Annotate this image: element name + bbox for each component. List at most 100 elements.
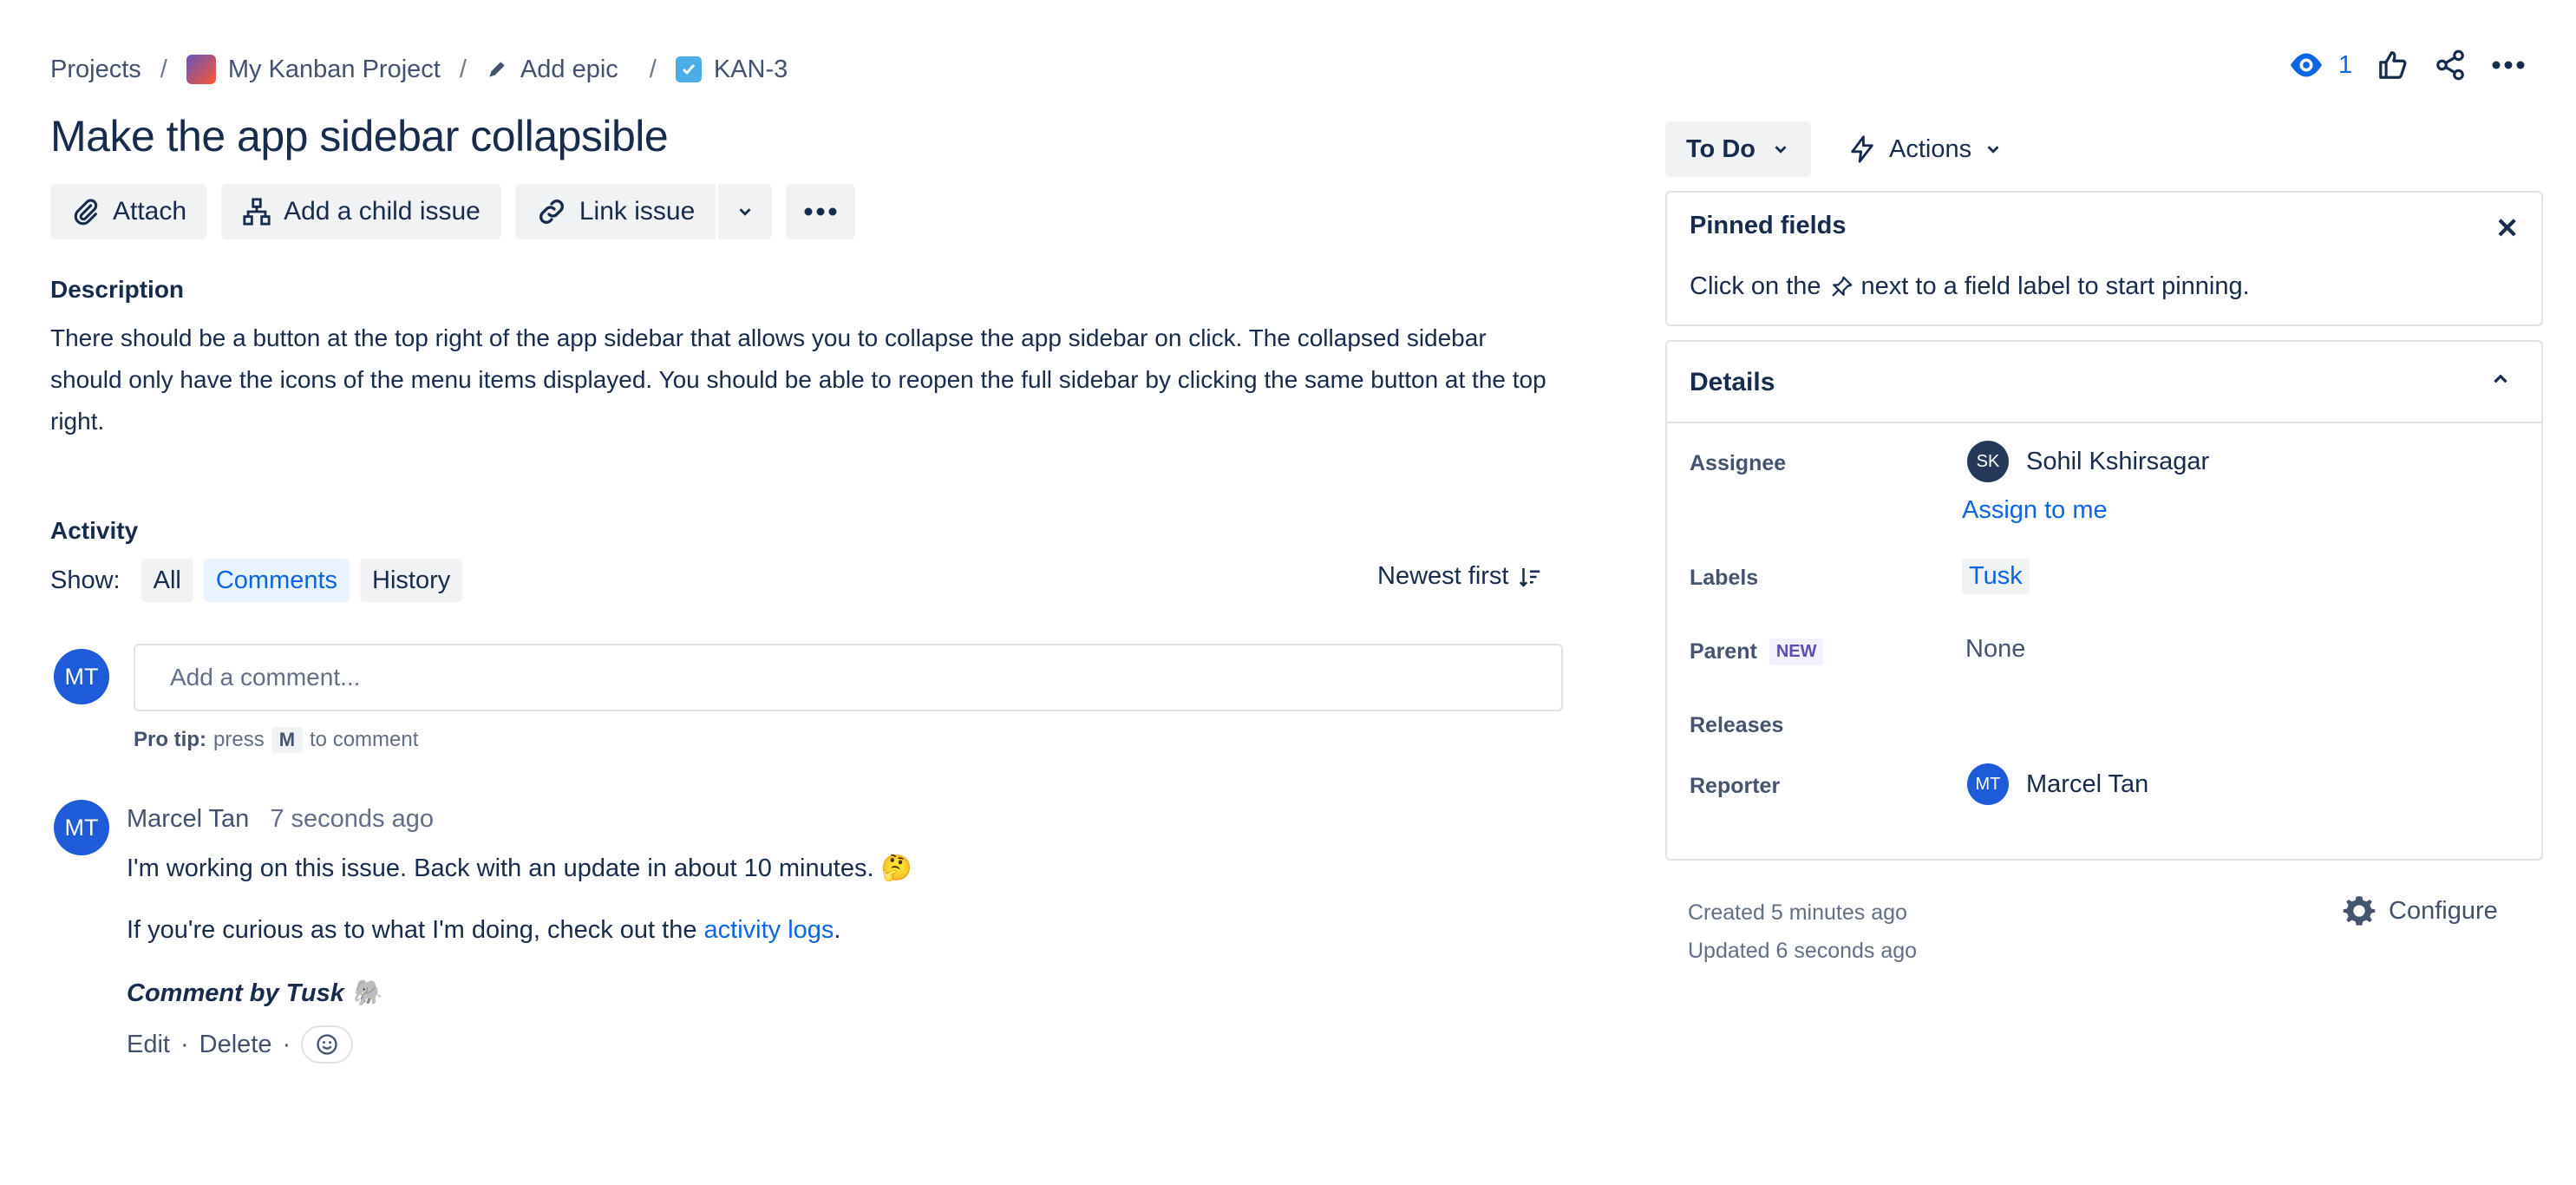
current-user-avatar: MT bbox=[54, 649, 109, 704]
details-header[interactable]: Details bbox=[1667, 342, 2541, 423]
link-issue-label: Link issue bbox=[579, 197, 696, 226]
link-issue-split: Link issue bbox=[514, 184, 773, 239]
emoji-add-icon bbox=[317, 1034, 337, 1055]
pro-tip-suffix: to comment bbox=[310, 728, 419, 751]
details-title: Details bbox=[1690, 368, 1775, 396]
pinned-fields-panel: Pinned fields ✕ Click on the next to a f… bbox=[1665, 191, 2543, 326]
chevron-up-icon[interactable] bbox=[2489, 368, 2512, 390]
pinned-hint-suffix: next to a field label to start pinning. bbox=[1860, 272, 2250, 300]
reporter-label: Reporter bbox=[1690, 774, 1781, 798]
separator-dot: · bbox=[282, 1030, 291, 1058]
details-panel: Details Assignee SK Sohil Kshirsagar Ass… bbox=[1665, 340, 2543, 861]
reporter-value[interactable]: MT Marcel Tan bbox=[1967, 763, 2148, 805]
comment-time[interactable]: 7 seconds ago bbox=[270, 805, 434, 834]
label-chip[interactable]: Tusk bbox=[1962, 559, 2030, 594]
share-icon[interactable] bbox=[2434, 49, 2467, 82]
add-reaction-button[interactable] bbox=[301, 1025, 354, 1064]
configure-button[interactable]: Configure bbox=[2342, 894, 2498, 928]
link-issue-button[interactable]: Link issue bbox=[514, 184, 716, 239]
breadcrumb-issue[interactable]: KAN-3 bbox=[675, 56, 788, 84]
configure-label: Configure bbox=[2389, 896, 2498, 925]
assignee-label: Assignee bbox=[1690, 451, 1787, 475]
pro-tip-middle: press bbox=[213, 728, 265, 751]
labels-label: Labels bbox=[1690, 566, 1759, 590]
breadcrumb: Projects / My Kanban Project / Add epic … bbox=[50, 49, 788, 90]
watch-button[interactable]: 1 bbox=[2288, 49, 2352, 81]
reporter-name: Marcel Tan bbox=[2026, 769, 2149, 798]
close-icon[interactable]: ✕ bbox=[2495, 212, 2519, 245]
status-label: To Do bbox=[1686, 134, 1755, 163]
thumbs-up-icon[interactable] bbox=[2377, 49, 2409, 82]
comment-author[interactable]: Marcel Tan bbox=[127, 805, 249, 834]
more-icon bbox=[804, 207, 837, 216]
breadcrumb-separator: / bbox=[459, 55, 467, 83]
comment-signature: Comment by Tusk 🐘 bbox=[127, 979, 383, 1007]
breadcrumb-projects-label[interactable]: Projects bbox=[50, 56, 141, 84]
add-epic-label[interactable]: Add epic bbox=[520, 56, 618, 84]
parent-value[interactable]: None bbox=[1965, 635, 2025, 664]
issue-key[interactable]: KAN-3 bbox=[714, 56, 788, 84]
more-actions-button[interactable] bbox=[786, 184, 856, 239]
more-icon[interactable] bbox=[2491, 60, 2526, 70]
filter-history[interactable]: History bbox=[360, 559, 463, 602]
breadcrumb-projects[interactable]: Projects bbox=[50, 56, 141, 84]
project-icon bbox=[186, 55, 216, 84]
sort-button[interactable]: Newest first bbox=[1377, 562, 1543, 591]
attach-button[interactable]: Attach bbox=[50, 184, 208, 239]
actions-dropdown[interactable]: Actions bbox=[1847, 121, 2003, 177]
task-icon bbox=[675, 56, 702, 82]
pro-tip: Pro tip: press M to comment bbox=[134, 727, 418, 753]
comment-actions: Edit · Delete · bbox=[127, 1025, 354, 1064]
parent-label-row: Parent NEW bbox=[1690, 638, 1824, 665]
add-child-issue-button[interactable]: Add a child issue bbox=[221, 184, 501, 239]
created-date: Created 5 minutes ago bbox=[1688, 900, 1907, 925]
shortcut-key: M bbox=[271, 727, 304, 753]
parent-label: Parent bbox=[1690, 639, 1757, 664]
assignee-name: Sohil Kshirsagar bbox=[2026, 447, 2210, 475]
breadcrumb-project-label[interactable]: My Kanban Project bbox=[228, 56, 441, 84]
comment-line-2-prefix: If you're curious as to what I'm doing, … bbox=[127, 916, 704, 944]
issue-title[interactable]: Make the app sidebar collapsible bbox=[50, 111, 669, 161]
eye-icon bbox=[2291, 53, 2322, 77]
filter-all[interactable]: All bbox=[141, 559, 193, 602]
paperclip-icon bbox=[74, 199, 98, 226]
lightning-icon bbox=[1851, 135, 1873, 163]
activity-logs-link[interactable]: activity logs bbox=[704, 916, 834, 944]
issue-toolbar: Attach Add a child issue Link issue bbox=[50, 184, 856, 239]
delete-comment-button[interactable]: Delete bbox=[199, 1031, 272, 1059]
comment-header: Marcel Tan 7 seconds ago bbox=[127, 805, 434, 834]
reporter-avatar: MT bbox=[1967, 763, 2009, 805]
show-label: Show: bbox=[50, 566, 121, 594]
description-text[interactable]: There should be a button at the top righ… bbox=[50, 318, 1559, 442]
description-heading: Description bbox=[50, 276, 185, 303]
link-issue-dropdown-button[interactable] bbox=[716, 184, 773, 239]
releases-label: Releases bbox=[1690, 713, 1784, 737]
link-icon bbox=[539, 200, 564, 224]
attach-label: Attach bbox=[113, 197, 187, 226]
status-dropdown[interactable]: To Do bbox=[1665, 121, 1811, 177]
edit-comment-button[interactable]: Edit bbox=[127, 1031, 170, 1059]
breadcrumb-add-epic[interactable]: Add epic bbox=[486, 56, 618, 84]
comment-input[interactable]: Add a comment... bbox=[134, 644, 1563, 711]
actions-label: Actions bbox=[1889, 134, 1972, 163]
hierarchy-icon bbox=[243, 198, 271, 226]
comment-line-1: I'm working on this issue. Back with an … bbox=[127, 854, 912, 882]
filter-comments[interactable]: Comments bbox=[203, 559, 350, 602]
assignee-value[interactable]: SK Sohil Kshirsagar bbox=[1967, 441, 2209, 482]
labels-value[interactable]: Tusk bbox=[1962, 559, 2030, 594]
issue-dates: Created 5 minutes ago Updated 6 seconds … bbox=[1688, 894, 1917, 970]
new-badge: NEW bbox=[1769, 638, 1824, 665]
watchers-count: 1 bbox=[2338, 50, 2353, 79]
comment-author-avatar[interactable]: MT bbox=[54, 800, 109, 855]
separator-dot: · bbox=[180, 1030, 189, 1058]
issue-header-actions: 1 bbox=[2288, 49, 2526, 82]
breadcrumb-project[interactable]: My Kanban Project bbox=[186, 55, 441, 84]
updated-date: Updated 6 seconds ago bbox=[1688, 939, 1918, 963]
sort-label: Newest first bbox=[1377, 562, 1509, 590]
pinned-hint-prefix: Click on the bbox=[1690, 272, 1821, 300]
activity-heading: Activity bbox=[50, 517, 139, 544]
gear-icon bbox=[2343, 896, 2376, 926]
assign-to-me-link[interactable]: Assign to me bbox=[1962, 496, 2108, 525]
chevron-down-icon bbox=[1775, 146, 1787, 154]
sort-icon bbox=[1520, 567, 1540, 587]
